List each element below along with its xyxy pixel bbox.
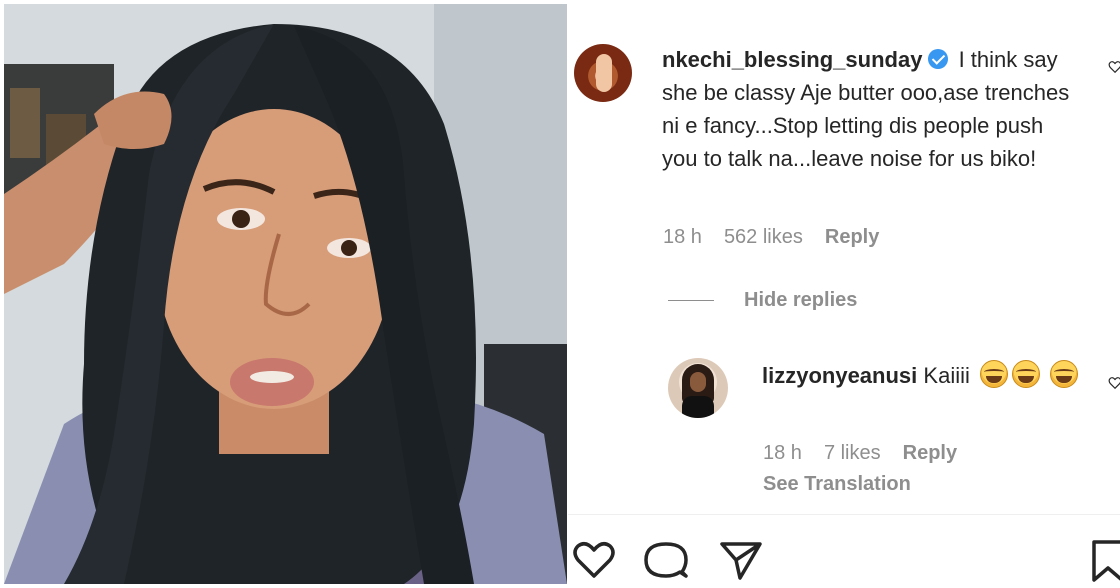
bookmark-icon[interactable] (1084, 536, 1120, 584)
heart-icon[interactable] (570, 536, 618, 584)
joy-emoji-icon (980, 360, 1008, 388)
hide-replies-toggle[interactable]: Hide replies (668, 289, 857, 312)
joy-emoji-icon (1050, 360, 1079, 388)
reply-username[interactable]: lizzyonyeanusi (762, 363, 917, 388)
action-bar (568, 536, 1120, 584)
like-comment-heart-icon[interactable] (1108, 60, 1120, 74)
comments-panel: nkechi_blessing_sunday I think say she b… (568, 0, 1120, 588)
reply-reply-button[interactable]: Reply (903, 442, 957, 465)
hide-replies-label: Hide replies (744, 289, 858, 311)
reply-meta: 18 h 7 likes Reply (763, 442, 957, 465)
reply-likes[interactable]: 7 likes (824, 442, 881, 465)
comment-body: nkechi_blessing_sunday I think say she b… (662, 43, 1082, 175)
post-photo (4, 4, 567, 584)
paper-plane-icon[interactable] (716, 536, 764, 584)
see-translation-link[interactable]: See Translation (763, 473, 911, 496)
commenter-avatar[interactable] (574, 44, 632, 102)
joy-emoji-icon (1012, 360, 1040, 388)
hide-replies-line (668, 300, 714, 301)
reply-avatar[interactable] (668, 358, 728, 418)
verified-badge-icon (928, 49, 949, 69)
portrait-illustration (4, 4, 567, 584)
comment-username[interactable]: nkechi_blessing_sunday (662, 47, 922, 72)
reply-body: lizzyonyeanusi Kaiiii (762, 359, 1082, 392)
like-reply-heart-icon[interactable] (1108, 376, 1120, 390)
comment-meta: 18 h 562 likes Reply (663, 226, 879, 249)
reply-text: Kaiiii (923, 363, 970, 388)
action-divider (568, 514, 1120, 515)
comment-reply-button[interactable]: Reply (825, 226, 879, 249)
comment-time: 18 h (663, 226, 702, 248)
reply-time: 18 h (763, 442, 802, 464)
comment-icon[interactable] (642, 536, 690, 584)
comment-likes[interactable]: 562 likes (724, 226, 803, 249)
